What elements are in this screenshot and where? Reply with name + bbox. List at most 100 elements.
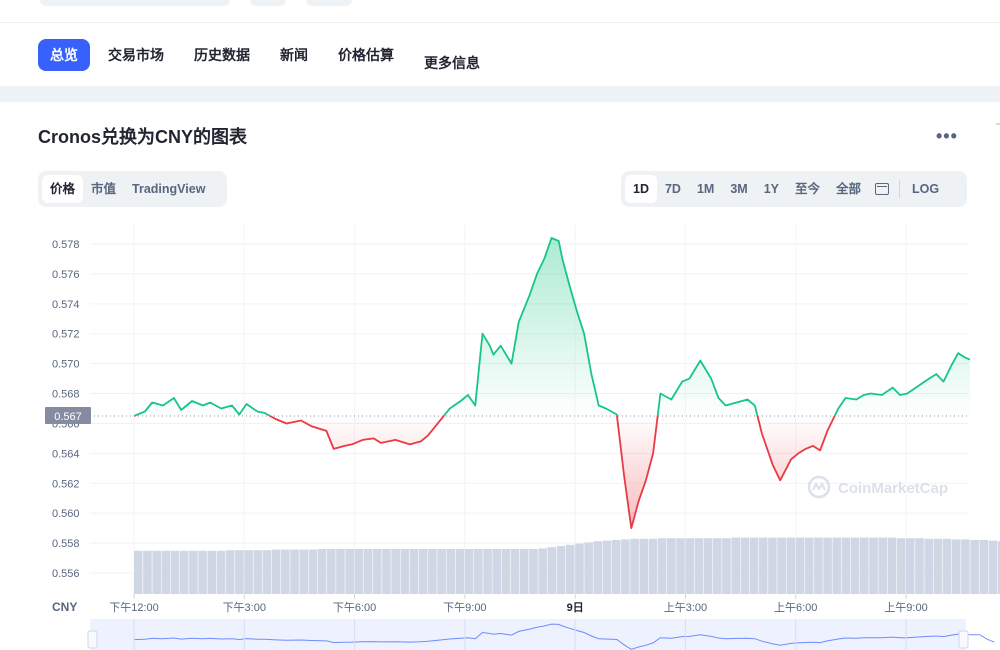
volume-bar [860,537,869,594]
section-divider [0,86,1000,102]
tab-markets[interactable]: 交易市场 [96,39,176,71]
search-bar-edge[interactable] [40,0,230,6]
toggle-divider [899,180,901,198]
x-tick-label: 下午9:00 [443,601,486,614]
price-chart[interactable]: 0.5780.5760.5740.5720.5700.5680.5660.564… [0,215,1000,650]
volume-bar [520,549,529,594]
volume-bar [336,549,345,594]
volume-bar [694,538,704,594]
volume-bar [951,539,961,594]
volume-bar [317,549,327,594]
volume-bar [777,537,786,594]
volume-bar [418,549,428,594]
current-price-tag: 0.567 [45,406,91,424]
volume-bar [795,537,805,594]
volume-bar [529,549,538,594]
y-tick-label: 0.562 [52,478,80,490]
range-option-1y[interactable]: 1Y [756,175,787,203]
coinmarketcap-logo-mark [812,481,826,491]
top-button-edge[interactable] [306,0,352,6]
volume-bar [887,537,897,594]
volume-bar [731,537,740,594]
volume-bar [639,538,649,594]
volume-bar [271,549,281,594]
volume-bar [924,538,933,594]
volume-bar [391,549,400,594]
top-strip [0,0,1000,23]
view-option-tradingview[interactable]: TradingView [124,175,213,203]
x-axis-labels: 下午12:00 下午3:00 下午6:00 下午9:00 9日 上午3:00 上午6:00 上… [109,594,928,614]
volume-bar [225,550,235,594]
volume-bar [685,538,695,594]
view-option-price[interactable]: 价格 [42,175,84,203]
volume-bar [501,549,511,594]
navigator-handle-right[interactable] [958,630,969,649]
volume-bar [216,550,226,594]
volume-bar [593,541,603,594]
range-option-1d[interactable]: 1D [625,175,657,203]
volume-bar [143,550,152,594]
volume-bar [538,548,547,594]
volume-bar [492,549,502,594]
volume-bar [510,549,520,594]
y-tick-label: 0.558 [52,538,80,550]
coinmarketcap-logo-icon [807,475,831,499]
log-scale-toggle[interactable]: LOG [904,175,947,203]
volume-bar [713,538,722,594]
tab-historical-data[interactable]: 历史数据 [182,39,262,71]
coinmarketcap-logo: CoinMarketCap [807,475,948,499]
volume-bar [299,549,309,594]
volume-bar [841,537,851,594]
volume-bar [235,550,244,594]
volume-bar [988,540,998,594]
volume-bar [896,538,906,594]
x-tick-label: 上午6:00 [774,601,817,614]
volume-bar [942,538,952,594]
volume-bar [676,538,685,594]
range-option-all[interactable]: 全部 [828,175,869,203]
tab-price-prediction[interactable]: 价格估算 [326,39,406,71]
range-navigator[interactable] [87,619,995,650]
view-option-market-cap[interactable]: 市值 [83,175,124,203]
volume-bar [198,550,207,594]
calendar-icon[interactable] [875,183,890,195]
volume-bar [308,549,318,594]
x-tick-label: 9日 [567,601,584,614]
volume-bar [915,538,924,594]
tab-overview[interactable]: 总览 [38,39,90,71]
volume-bar [657,538,667,594]
volume-bar [483,549,492,594]
volume-bar [584,542,593,594]
volume-bar [354,549,364,594]
range-option-1m[interactable]: 1M [689,175,722,203]
volume-bar [134,550,143,594]
x-tick-label: 上午3:00 [664,601,707,614]
tab-news[interactable]: 新闻 [268,39,320,71]
top-button-edge[interactable] [250,0,286,6]
volume-bar [970,540,979,594]
y-tick-label: 0.560 [52,508,80,520]
volume-bar [363,549,373,594]
volume-bar [345,549,354,594]
more-horizontal-icon[interactable]: ••• [936,126,958,147]
volume-bar [768,537,777,594]
volume-bar [290,549,299,594]
volume-bar [961,539,970,594]
time-range-toggle: 1D 7D 1M 3M 1Y 至今 全部 LOG [621,171,967,207]
navigator-handle-left[interactable] [87,630,98,649]
chart-title: Cronos兑换为CNY的图表 [38,127,248,147]
volume-bar [189,550,198,594]
volume-bar [749,537,759,594]
tab-more-info[interactable]: 更多信息 [412,47,492,79]
volume-bar [933,538,943,594]
currency-axis-label: CNY [52,600,77,614]
range-option-3m[interactable]: 3M [722,175,755,203]
volume-bar [575,543,584,594]
volume-bar [758,537,768,594]
volume-bar [703,538,713,594]
volume-bar [878,537,888,594]
volume-bar [602,540,612,594]
range-option-7d[interactable]: 7D [657,175,689,203]
range-option-ytd[interactable]: 至今 [787,175,828,203]
volume-bar [611,540,621,594]
